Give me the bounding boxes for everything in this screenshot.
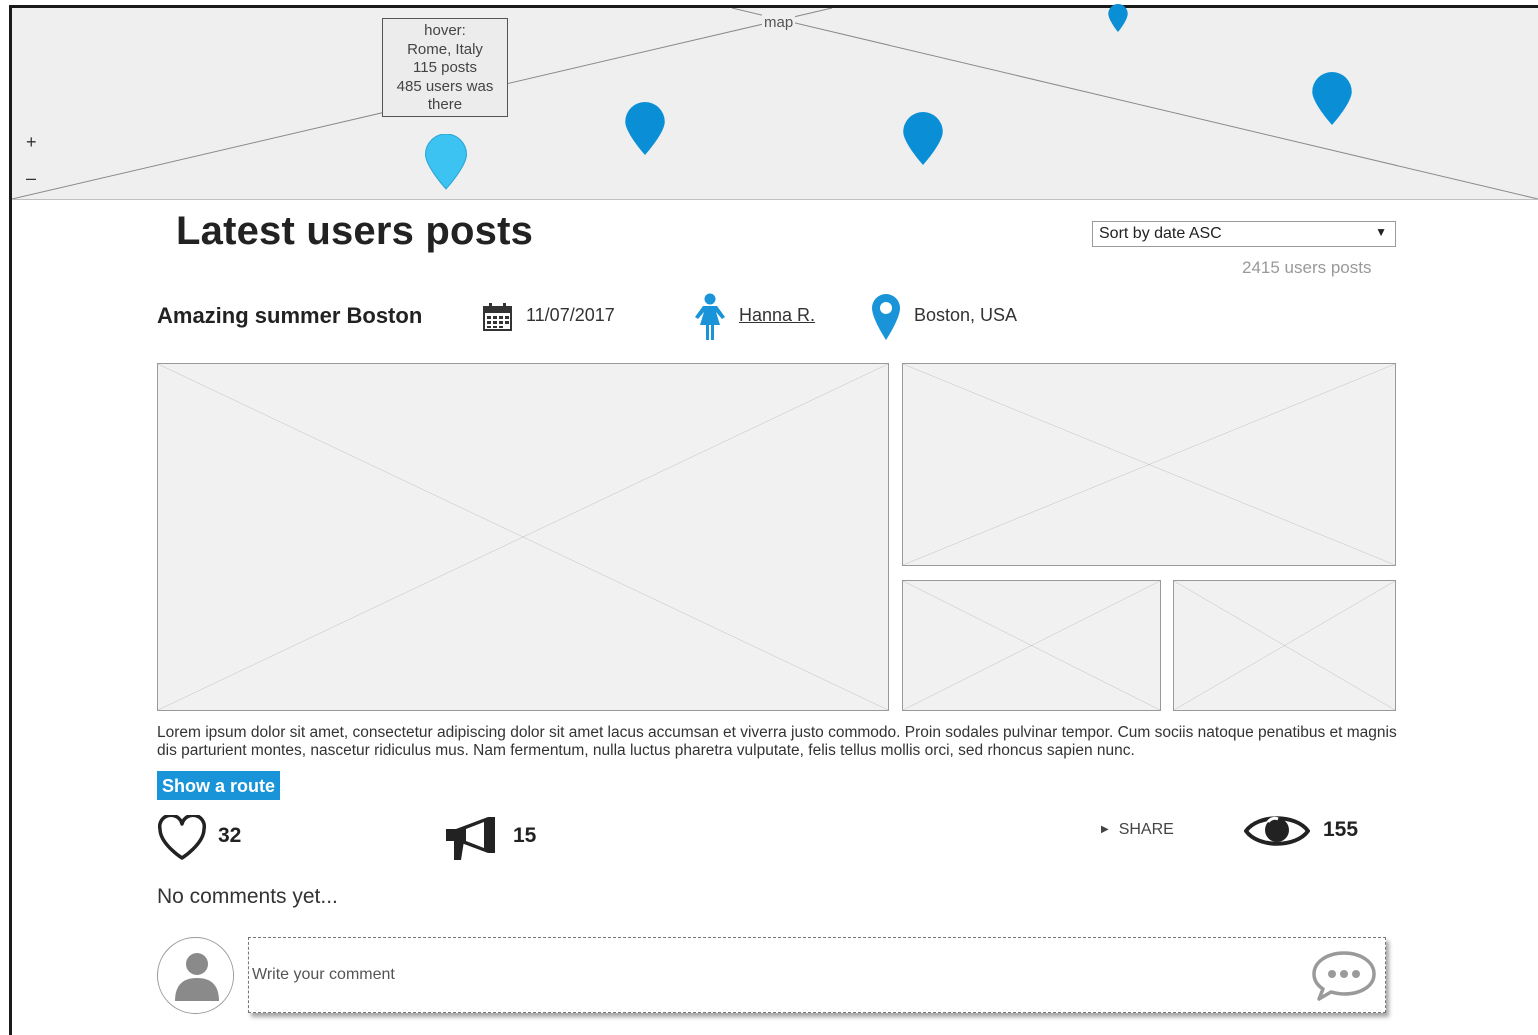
post-image-thumb[interactable] [1173, 580, 1396, 711]
heart-icon[interactable] [157, 815, 207, 861]
map-pin-icon[interactable] [624, 102, 666, 156]
post-author-link[interactable]: Hanna R. [739, 305, 815, 326]
share-button[interactable]: ▶ SHARE [1101, 821, 1174, 839]
sort-dropdown[interactable]: Sort by date ASC ▼ [1092, 221, 1396, 247]
megaphone-icon[interactable] [444, 815, 500, 861]
comment-placeholder: Write your comment [252, 966, 395, 983]
image-placeholder-cross [1174, 581, 1395, 710]
tooltip-line: hover: [424, 22, 466, 39]
map-pin-icon[interactable] [1311, 72, 1353, 126]
user-avatar-icon [158, 938, 233, 1013]
post-image-secondary[interactable] [902, 363, 1396, 566]
avatar [157, 937, 234, 1014]
location-pin-icon [872, 294, 900, 340]
zoom-out-button[interactable]: – [26, 168, 36, 189]
comment-input[interactable]: Write your comment [248, 937, 1386, 1013]
user-female-icon [695, 293, 725, 340]
share-label: SHARE [1118, 821, 1174, 838]
map-placeholder-cross [12, 8, 1538, 199]
likes-count: 32 [218, 824, 242, 847]
post-image-thumb[interactable] [902, 580, 1161, 711]
eye-icon [1244, 816, 1310, 846]
tooltip-line: 115 posts [413, 59, 477, 76]
tooltip-line: Rome, Italy [407, 40, 483, 58]
tooltip-line: 485 users was [396, 77, 494, 95]
map-pin-hover-icon[interactable] [424, 134, 468, 190]
image-placeholder-cross [903, 364, 1395, 565]
triangle-right-icon: ▶ [1101, 824, 1109, 835]
show-route-button[interactable]: Show a route [157, 771, 281, 800]
image-placeholder-cross [158, 364, 888, 710]
post-location: Boston, USA [914, 305, 1018, 325]
map-hover-tooltip: hover: Rome, Italy 115 posts 485 users w… [382, 18, 508, 117]
map-pin-icon[interactable] [1100, 4, 1136, 32]
image-placeholder-cross [903, 581, 1160, 710]
page-title: Latest users posts [176, 209, 534, 253]
map-label: map [762, 14, 796, 31]
shares-count: 15 [513, 824, 537, 847]
map-area[interactable]: map + – hover: Rome, Italy 115 posts 485… [12, 4, 1538, 200]
post-image-main[interactable] [157, 363, 889, 711]
chat-bubble-icon[interactable] [1311, 950, 1377, 1002]
zoom-in-button[interactable]: + [26, 132, 37, 153]
post-body-text: Lorem ipsum dolor sit amet, consectetur … [157, 724, 1397, 759]
posts-count: 2415 users posts [1242, 258, 1372, 277]
map-pin-icon[interactable] [902, 112, 944, 166]
views-count: 155 [1323, 818, 1359, 841]
post-title: Amazing summer Boston [157, 303, 423, 328]
no-comments-text: No comments yet... [157, 885, 338, 908]
post-date: 11/07/2017 [526, 305, 615, 325]
calendar-icon [483, 303, 512, 331]
chevron-down-icon: ▼ [1375, 225, 1387, 239]
tooltip-line: there [427, 96, 463, 113]
sort-dropdown-value: Sort by date ASC [1099, 225, 1222, 242]
